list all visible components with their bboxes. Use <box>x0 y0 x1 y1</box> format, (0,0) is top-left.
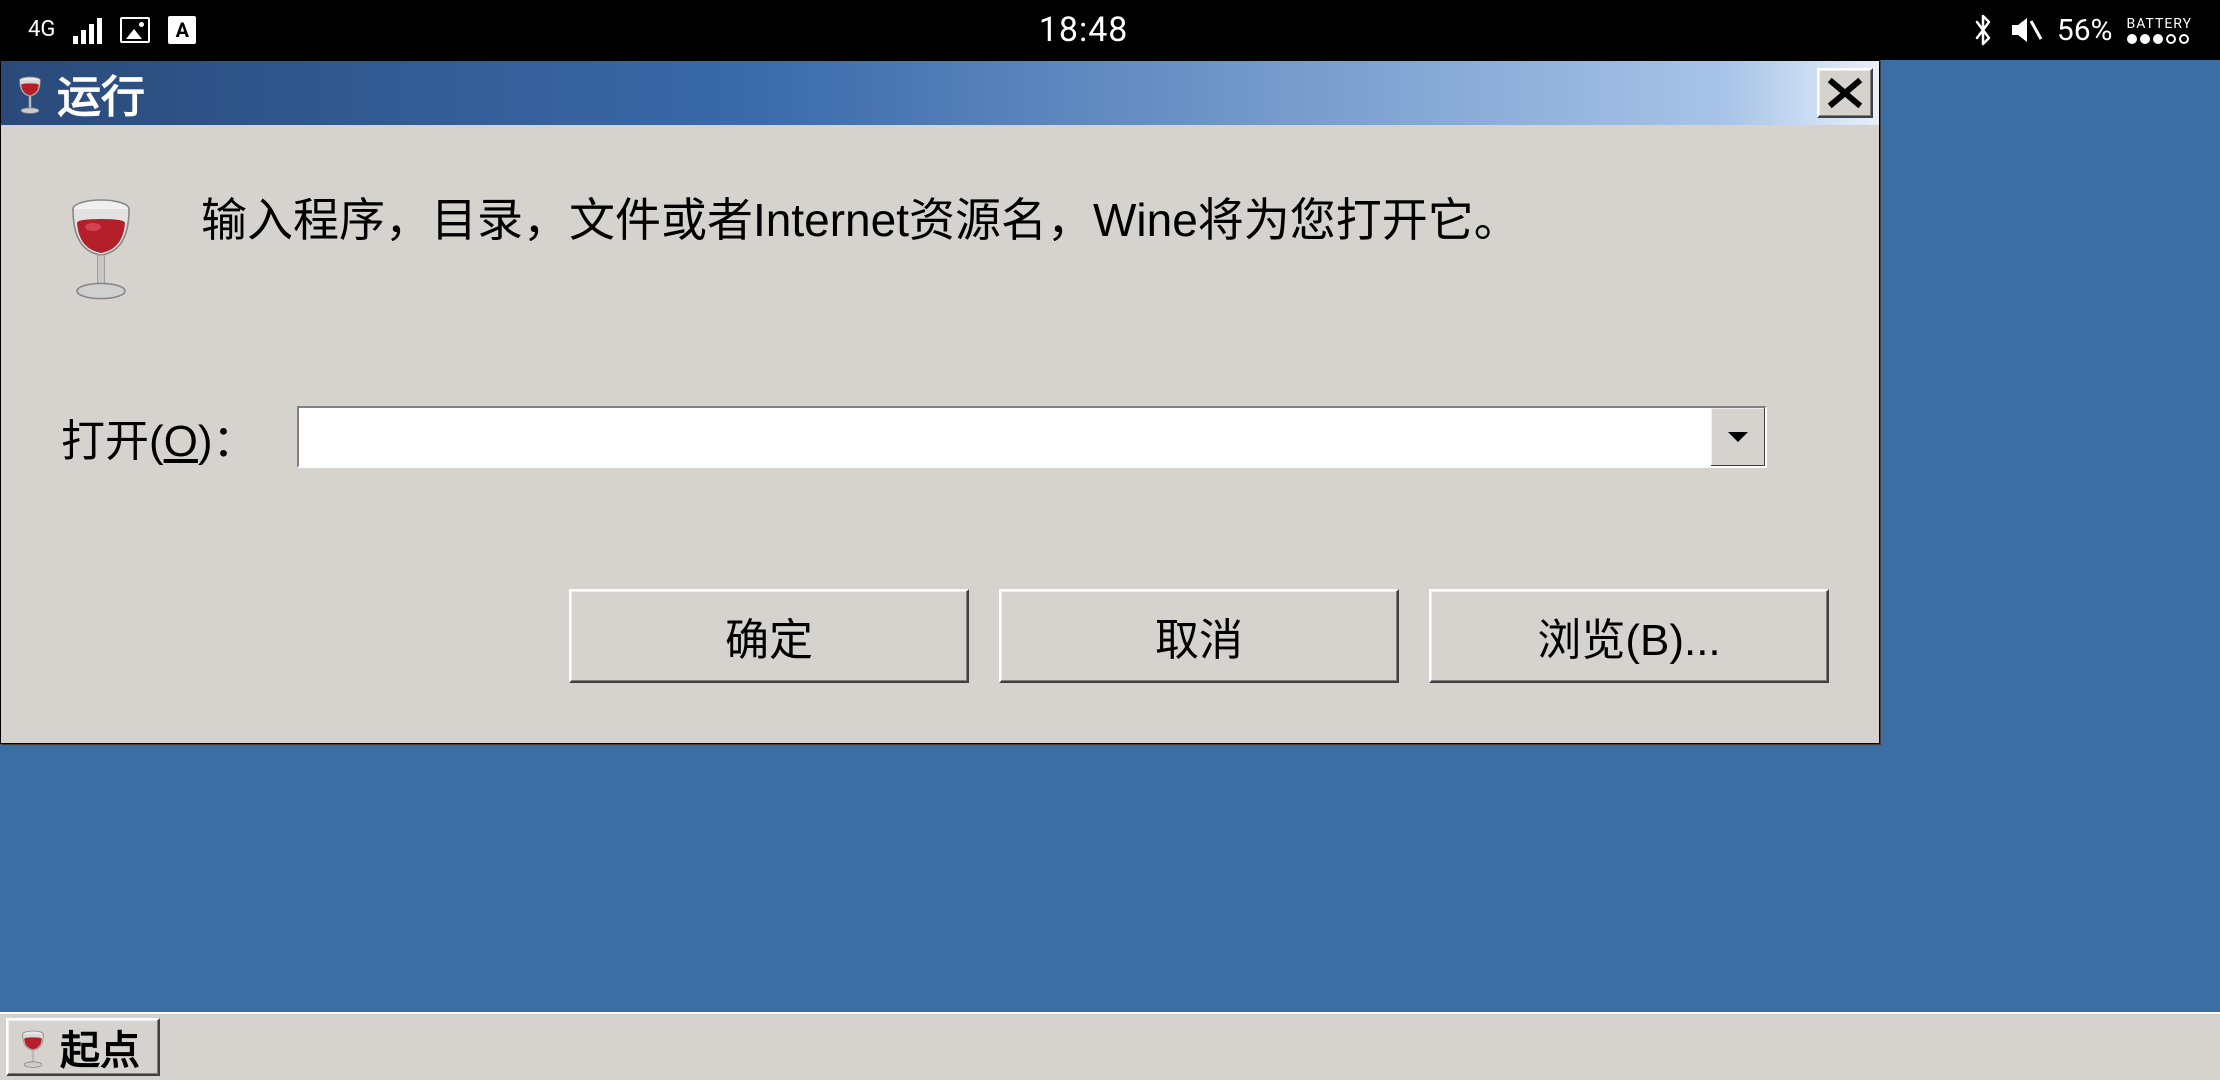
bluetooth-icon <box>1971 13 1995 47</box>
picture-icon <box>120 17 150 43</box>
start-button[interactable]: 起点 <box>6 1018 160 1076</box>
browse-button[interactable]: 浏览(B)... <box>1429 589 1829 683</box>
cancel-button[interactable]: 取消 <box>999 589 1399 683</box>
dialog-description: 输入程序，目录，文件或者Internet资源名，Wine将为您打开它。 <box>201 185 1520 256</box>
close-button[interactable] <box>1817 68 1873 118</box>
signal-strength-icon <box>73 16 102 44</box>
wine-icon <box>61 185 141 305</box>
clock-label: 18:48 <box>196 10 1970 50</box>
input-method-icon: A <box>168 16 196 44</box>
taskbar[interactable]: 起点 <box>0 1012 2220 1080</box>
dialog-client-area: 输入程序，目录，文件或者Internet资源名，Wine将为您打开它。 打开(O… <box>1 125 1879 743</box>
desktop-area[interactable]: 运行 输入程序，目录，文件或者Internet资源名 <box>0 60 2220 1012</box>
battery-percent-label: 56% <box>2057 13 2113 48</box>
window-title: 运行 <box>57 61 145 125</box>
battery-word-label: BATTERY <box>2127 17 2192 31</box>
battery-dots-icon <box>2127 34 2189 44</box>
open-combobox[interactable] <box>297 406 1767 468</box>
network-type-label: 4G <box>28 22 55 38</box>
open-label: 打开(O)： <box>61 405 257 469</box>
run-dialog-window: 运行 输入程序，目录，文件或者Internet资源名 <box>0 60 1880 744</box>
dropdown-button[interactable] <box>1709 408 1765 466</box>
start-button-label: 起点 <box>60 1018 140 1076</box>
title-bar[interactable]: 运行 <box>1 61 1879 125</box>
android-status-bar: 4G A 18:48 56% BATTERY <box>0 0 2220 60</box>
wine-icon <box>13 69 47 117</box>
mute-icon <box>2009 15 2043 45</box>
ok-button[interactable]: 确定 <box>569 589 969 683</box>
open-input[interactable] <box>299 408 1709 466</box>
wine-icon <box>16 1023 50 1071</box>
